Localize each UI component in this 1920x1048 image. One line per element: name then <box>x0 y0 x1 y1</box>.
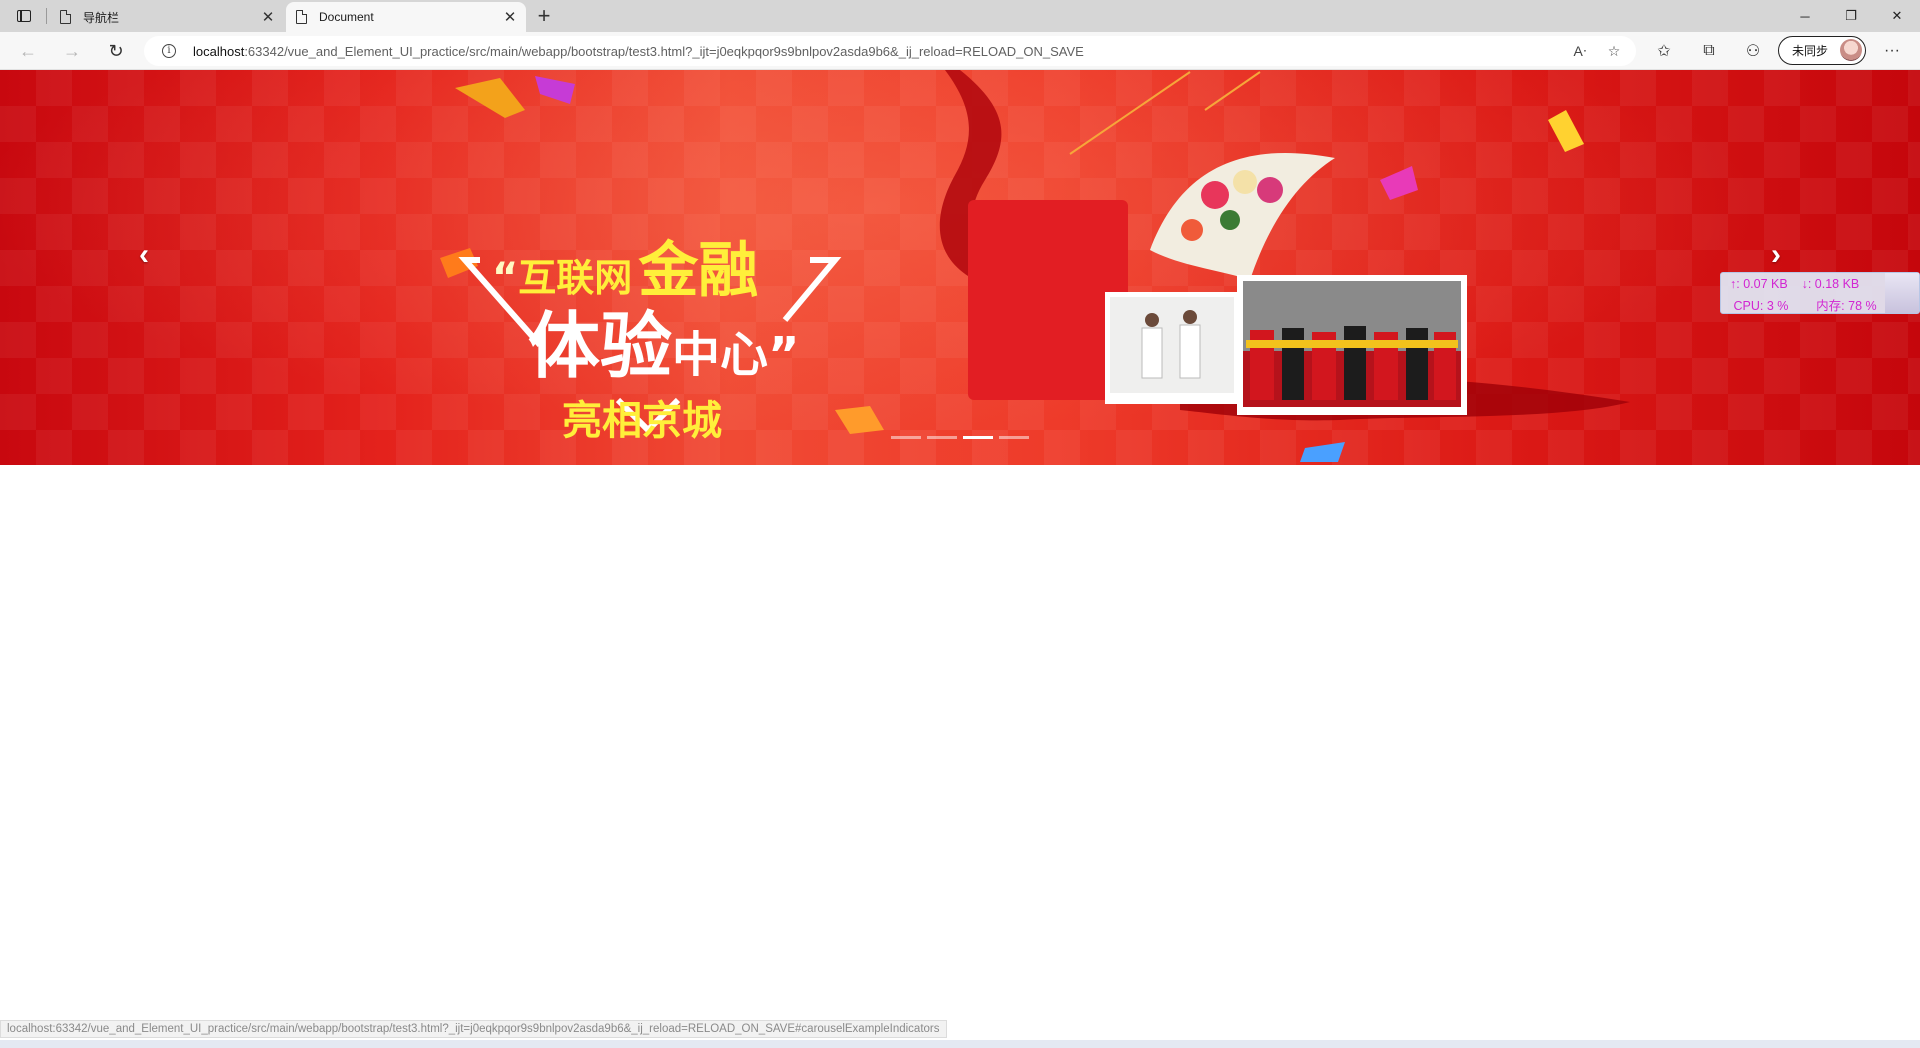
tab-separator <box>46 8 47 24</box>
flower <box>1181 219 1203 241</box>
mascot-image <box>1885 273 1919 313</box>
confetti <box>455 78 525 118</box>
flower <box>1233 170 1257 194</box>
avatar <box>1840 39 1862 61</box>
status-link-tooltip: localhost:63342/vue_and_Element_UI_pract… <box>0 1020 947 1038</box>
carousel-indicator-3[interactable] <box>963 436 993 439</box>
confetti <box>1300 442 1345 462</box>
monitor-row-usage: CPU: 3 % 内存: 78 % <box>1730 295 1877 314</box>
read-aloud-icon[interactable]: Aᐧ <box>1568 39 1592 63</box>
carousel-indicator-1[interactable] <box>891 436 921 439</box>
headline-line3: 亮相京城 <box>562 398 722 444</box>
collections-icon[interactable]: ⧉ <box>1695 37 1723 65</box>
url-path: :63342/vue_and_Element_UI_practice/src/m… <box>244 44 1084 59</box>
person-head <box>1183 310 1197 324</box>
headline-line2: 体验中心” <box>528 287 800 392</box>
confetti <box>835 406 884 434</box>
refresh-button[interactable]: ↻ <box>102 37 130 65</box>
cpu-usage: CPU: 3 % <box>1733 299 1789 313</box>
person <box>1344 326 1366 400</box>
streak <box>1069 71 1191 155</box>
profile-sync-button[interactable]: 未同步 <box>1778 36 1866 65</box>
person <box>1282 328 1304 400</box>
person <box>1141 327 1163 379</box>
close-window-button[interactable]: ✕ <box>1874 0 1920 32</box>
person-head <box>1145 313 1159 327</box>
upload-speed: ↑: 0.07 KB <box>1730 277 1788 291</box>
confetti <box>1548 110 1584 152</box>
carousel-indicators <box>891 436 1029 439</box>
tab-title: Document <box>319 10 374 24</box>
bottom-strip <box>0 1040 1920 1048</box>
confetti <box>535 76 575 104</box>
new-tab-button[interactable]: + <box>530 3 558 28</box>
close-tab-icon[interactable]: ✕ <box>500 7 520 27</box>
banner-decoration <box>440 70 1630 462</box>
quote-close: ” <box>768 327 800 383</box>
tab-document[interactable]: Document ✕ <box>286 2 526 32</box>
banner-headline: “互联网 金融 体验中心” 亮相京城 <box>470 152 850 444</box>
flower <box>1257 177 1283 203</box>
address-url[interactable]: localhost:63342/vue_and_Element_UI_pract… <box>193 44 1084 59</box>
system-monitor-widget[interactable]: ↑: 0.07 KB ↓: 0.18 KB CPU: 3 % 内存: 78 % <box>1720 272 1920 314</box>
address-bar[interactable]: i localhost:63342/vue_and_Element_UI_pra… <box>144 36 1636 66</box>
headline-experience: 体验 <box>528 304 673 388</box>
person <box>1406 328 1428 400</box>
minimize-button[interactable]: ─ <box>1782 0 1828 32</box>
carousel-next-button[interactable]: › <box>1761 238 1791 271</box>
ribbon-cut <box>1246 340 1458 348</box>
carousel-indicator-4[interactable] <box>999 436 1029 439</box>
page-icon <box>60 10 71 24</box>
tab-title: 导航栏 <box>83 10 120 25</box>
tab-strip: 导航栏 ✕ Document ✕ + ─ ❐ ✕ <box>0 0 1920 32</box>
more-icon[interactable]: ··· <box>1878 37 1906 65</box>
carousel: “互联网 金融 体验中心” 亮相京城 ‹ › <box>0 70 1920 465</box>
extensions-icon[interactable]: ⚇ <box>1739 37 1767 65</box>
url-host: localhost <box>193 44 245 59</box>
flower <box>1220 210 1240 230</box>
page-icon <box>296 10 307 24</box>
tab-navbar[interactable]: 导航栏 ✕ <box>50 2 284 32</box>
confetti <box>1380 166 1418 200</box>
download-speed: ↓: 0.18 KB <box>1801 277 1860 291</box>
forward-button[interactable]: → <box>58 37 86 65</box>
tab-actions-icon[interactable] <box>8 4 40 28</box>
monitor-row-network: ↑: 0.07 KB ↓: 0.18 KB <box>1730 277 1859 291</box>
ribbon-block <box>968 200 1128 400</box>
headline-center: 中心 <box>672 327 769 383</box>
add-favorite-icon[interactable]: ☆ <box>1602 39 1626 63</box>
carousel-prev-button[interactable]: ‹ <box>129 238 159 271</box>
streak <box>1204 71 1261 111</box>
restore-button[interactable]: ❐ <box>1828 0 1874 32</box>
close-tab-icon[interactable]: ✕ <box>258 7 278 27</box>
site-info-icon[interactable]: i <box>162 44 176 58</box>
back-button[interactable]: ← <box>14 37 42 65</box>
sync-label: 未同步 <box>1792 44 1829 58</box>
quote-open: “ <box>492 255 519 301</box>
carousel-indicator-2[interactable] <box>927 436 957 439</box>
favorites-icon[interactable]: ✩ <box>1650 37 1678 65</box>
person <box>1179 324 1201 379</box>
memory-usage: 内存: 78 % <box>1816 299 1877 313</box>
navigation-bar: ← → ↻ i localhost:63342/vue_and_Element_… <box>0 32 1920 70</box>
flower <box>1201 181 1229 209</box>
photo-signing <box>1110 297 1234 393</box>
